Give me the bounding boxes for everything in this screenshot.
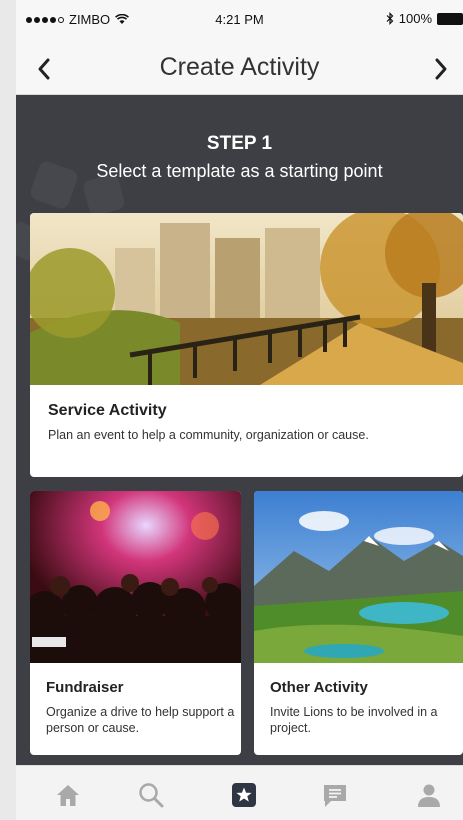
template-card-other-activity[interactable]: Other Activity Invite Lions to be involv… bbox=[254, 491, 463, 755]
page-title: Create Activity bbox=[159, 53, 320, 81]
mountain-lake-photo bbox=[254, 491, 463, 663]
concert-crowd-photo bbox=[30, 491, 241, 663]
search-icon[interactable] bbox=[136, 780, 166, 810]
bluetooth-icon bbox=[386, 12, 394, 25]
template-title: Fundraiser bbox=[46, 679, 124, 696]
template-selection-area: STEP 1 Select a template as a starting p… bbox=[16, 95, 463, 765]
template-description: Invite Lions to be involved in a project… bbox=[270, 705, 438, 735]
chevron-right-icon[interactable] bbox=[433, 57, 449, 81]
profile-icon[interactable] bbox=[414, 780, 444, 810]
template-title: Other Activity bbox=[270, 679, 368, 696]
star-icon[interactable] bbox=[229, 780, 259, 810]
template-description: Organize a drive to help support a perso… bbox=[46, 705, 235, 735]
template-description: Plan an event to help a community, organ… bbox=[48, 428, 369, 442]
battery-percent: 100% bbox=[398, 11, 432, 26]
template-card-service-activity[interactable]: Service Activity Plan an event to help a… bbox=[30, 213, 463, 477]
status-bar: ZIMBO 4:21 PM 100% bbox=[16, 0, 463, 40]
phone-screen: ZIMBO 4:21 PM 100% Create Activity STEP … bbox=[16, 0, 463, 820]
sunlit-city-park-photo bbox=[30, 213, 463, 385]
template-card-fundraiser[interactable]: Fundraiser Organize a drive to help supp… bbox=[30, 491, 241, 755]
status-right: 100% bbox=[386, 11, 463, 26]
template-title: Service Activity bbox=[48, 402, 167, 419]
home-icon[interactable] bbox=[53, 780, 83, 810]
step-subtitle: Select a template as a starting point bbox=[96, 161, 383, 181]
chat-icon[interactable] bbox=[320, 780, 350, 810]
step-label: STEP 1 bbox=[206, 133, 273, 154]
tab-bar bbox=[16, 765, 463, 820]
battery-icon bbox=[437, 12, 463, 25]
navigation-bar: Create Activity bbox=[16, 40, 463, 95]
